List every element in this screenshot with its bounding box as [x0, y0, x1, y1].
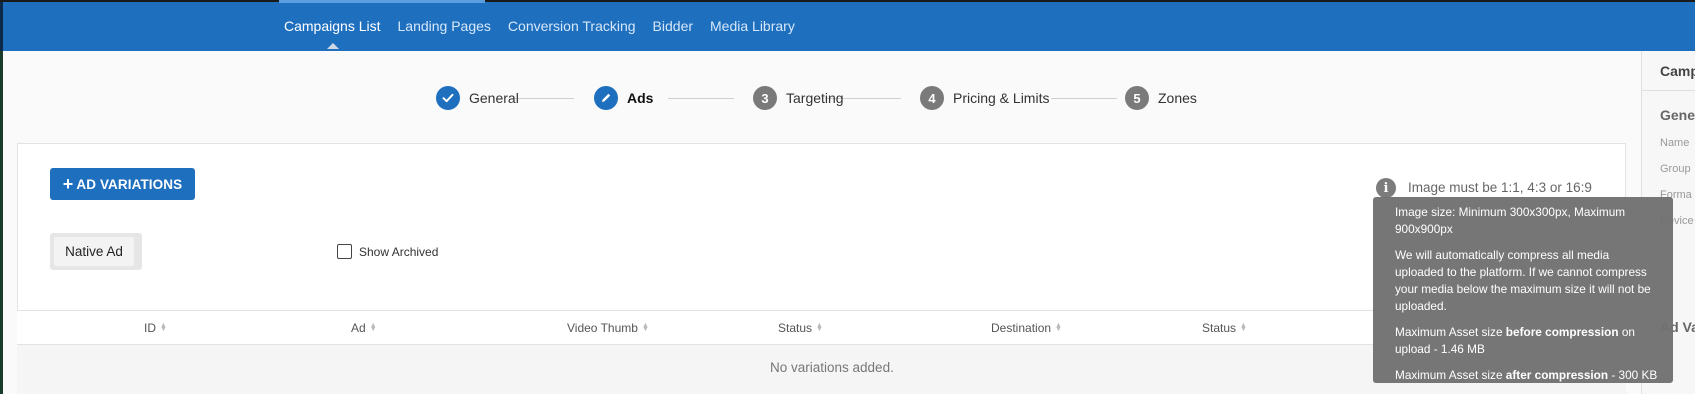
step-number-badge: 4	[920, 86, 944, 110]
show-archived-label: Show Archived	[359, 244, 439, 259]
top-nav: Campaigns List Landing Pages Conversion …	[0, 0, 1695, 53]
checkbox-icon[interactable]	[337, 244, 352, 259]
show-archived-toggle[interactable]: Show Archived	[337, 244, 438, 259]
tab-native-ad[interactable]: Native Ad	[54, 237, 134, 266]
caret-up-icon	[327, 43, 339, 49]
column-label: ID	[144, 321, 156, 335]
sidebar-title: Camp	[1660, 63, 1695, 79]
divider	[1642, 90, 1695, 91]
plus-icon: +	[62, 174, 74, 194]
step-pricing-limits[interactable]: 4 Pricing & Limits	[920, 86, 1049, 110]
column-label: Video Thumb	[567, 321, 638, 335]
tooltip-text: Maximum Asset size	[1395, 325, 1506, 339]
sort-icon: ▲ ▼	[641, 322, 649, 333]
tooltip-max-after: Maximum Asset size after compression - 3…	[1395, 367, 1659, 384]
sort-icon: ▲ ▼	[1055, 322, 1062, 333]
column-header-status-2[interactable]: Status ▲ ▼	[1202, 321, 1247, 335]
step-connector	[668, 98, 734, 99]
step-ads[interactable]: Ads	[594, 86, 653, 110]
column-header-video-thumb[interactable]: Video Thumb ▲ ▼	[567, 321, 649, 335]
info-icon[interactable]: i	[1376, 178, 1396, 198]
tooltip-max-before: Maximum Asset size before compression on…	[1395, 324, 1659, 358]
column-label: Ad	[351, 321, 366, 335]
step-targeting[interactable]: 3 Targeting	[753, 86, 844, 110]
step-label: Pricing & Limits	[953, 90, 1050, 106]
tooltip-text: Maximum Asset size	[1395, 368, 1506, 382]
nav-landing-pages[interactable]: Landing Pages	[398, 18, 491, 34]
sort-icon: ▲ ▼	[1240, 322, 1247, 333]
sort-icon: ▲ ▼	[816, 322, 823, 333]
step-connector	[1051, 98, 1117, 99]
nav-campaigns-list[interactable]: Campaigns List	[284, 18, 381, 34]
window-edge	[0, 2, 3, 53]
ad-format-tabs: Native Ad	[50, 233, 142, 270]
pencil-icon	[594, 86, 618, 110]
nav-active-indicator	[279, 0, 485, 3]
column-header-status[interactable]: Status ▲ ▼	[778, 321, 823, 335]
step-label: General	[469, 90, 519, 106]
empty-state-text: No variations added.	[770, 360, 894, 375]
tooltip-image-size: Image size: Minimum 300x300px, Maximum 9…	[1395, 205, 1626, 236]
sort-icon: ▲ ▼	[369, 322, 377, 333]
tooltip-text: - 300 KB	[1608, 368, 1658, 382]
step-label: Targeting	[786, 90, 844, 106]
sidebar-field-name: Name	[1660, 137, 1690, 149]
column-header-ad[interactable]: Ad ▲ ▼	[351, 321, 377, 335]
add-button-label: AD VARIATIONS	[76, 176, 183, 192]
sidebar-field-group: Group	[1660, 163, 1691, 175]
step-number-badge: 5	[1125, 86, 1149, 110]
nav-links: Campaigns List Landing Pages Conversion …	[284, 18, 812, 34]
tooltip-emphasis: before compression	[1505, 325, 1619, 339]
tooltip-compression-note: We will automatically compress all media…	[1395, 248, 1651, 313]
column-header-destination[interactable]: Destination ▲ ▼	[991, 321, 1062, 335]
step-label: Ads	[627, 90, 654, 106]
step-zones[interactable]: 5 Zones	[1125, 86, 1197, 110]
check-icon	[436, 86, 460, 110]
step-connector	[512, 98, 574, 99]
column-label: Status	[1202, 321, 1237, 335]
step-label: Zones	[1158, 90, 1197, 106]
step-number-badge: 3	[753, 86, 777, 110]
column-label: Destination	[991, 321, 1052, 335]
sort-icon: ▲ ▼	[160, 322, 167, 333]
nav-bidder[interactable]: Bidder	[653, 18, 693, 34]
step-general[interactable]: General	[436, 86, 519, 110]
image-ratio-hint: Image must be 1:1, 4:3 or 16:9	[1408, 180, 1592, 195]
add-ad-variations-button[interactable]: + AD VARIATIONS	[50, 168, 195, 200]
tooltip-emphasis: after compression	[1505, 368, 1609, 382]
sidebar-section-general: Gene	[1660, 107, 1695, 123]
wizard-stepper: General Ads 3 Targeting 4 Pricing & Limi…	[0, 86, 1640, 112]
column-label: Status	[778, 321, 813, 335]
nav-media-library[interactable]: Media Library	[710, 18, 795, 34]
column-header-id[interactable]: ID ▲ ▼	[144, 321, 167, 335]
nav-conversion-tracking[interactable]: Conversion Tracking	[508, 18, 636, 34]
image-requirements-tooltip: Image size: Minimum 300x300px, Maximum 9…	[1373, 197, 1673, 383]
